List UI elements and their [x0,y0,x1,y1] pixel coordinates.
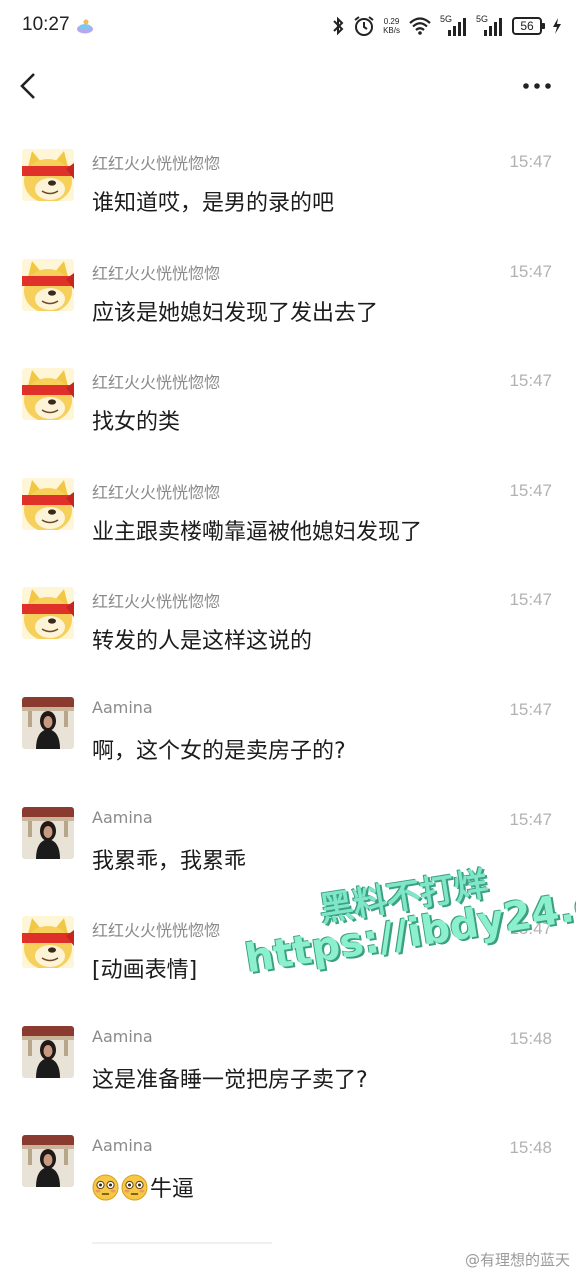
message-text: 啊，这个女的是卖房子的? [92,739,346,764]
alarm-icon [354,16,374,36]
message-text-container: 应该是她媳妇发现了发出去了 [92,295,378,327]
signal-5g-2: 5G [476,14,504,38]
sender-name: 红红火火恍恍惚惚 [92,154,221,173]
message-item[interactable]: Aamina 15:48 这是准备睡一觉把房子卖了? [0,1022,576,1122]
message-text-container: 我累乖，我累乖 [92,843,246,875]
divider [92,1242,272,1244]
message-text: 牛逼 [150,1177,195,1202]
flushed-face-emoji-icon [92,1174,119,1201]
message-item[interactable]: 红红火火恍恍惚惚 15:47 业主跟卖楼嘞靠逼被他媳妇发现了 [0,474,576,574]
message-time: 15:47 [509,590,552,609]
sender-name: 红红火火恍恍惚惚 [92,373,221,392]
message-text: [动画表情] [92,958,198,983]
message-item[interactable]: Aamina 15:48 牛逼 [0,1131,576,1231]
message-time: 15:47 [509,810,552,829]
message-item[interactable]: Aamina 15:47 我累乖，我累乖 [0,803,576,903]
flushed-face-emoji-icon [121,1174,148,1201]
avatar-woman[interactable] [22,1026,74,1078]
signal-bars-icon [448,18,466,36]
message-text-container: 业主跟卖楼嘞靠逼被他媳妇发现了 [92,514,422,546]
footer-watermark: @有理想的蓝天 [464,1251,570,1269]
message-time: 15:47 [509,481,552,500]
network-speed: 0.29 KB/s [383,17,400,35]
message-text: 转发的人是这样这说的 [92,629,313,654]
sender-name: 红红火火恍恍惚惚 [92,921,221,940]
message-text: 应该是她媳妇发现了发出去了 [92,301,379,326]
avatar-doge[interactable] [22,478,74,530]
battery-indicator: 56 [512,17,545,35]
nav-bar [0,56,576,116]
message-text-container: [动画表情] [92,952,197,984]
message-time: 15:48 [509,1029,552,1048]
message-text-container: 转发的人是这样这说的 [92,623,312,655]
avatar-doge[interactable] [22,149,74,201]
back-arrow-icon[interactable] [14,68,46,104]
sender-name: Aamina [92,1136,153,1155]
avatar-doge[interactable] [22,587,74,639]
sender-name: 红红火火恍恍惚惚 [92,592,221,611]
message-text: 我累乖，我累乖 [92,849,247,874]
message-item[interactable]: 红红火火恍恍惚惚 15:47 应该是她媳妇发现了发出去了 [0,255,576,355]
sender-name: 红红火火恍恍惚惚 [92,483,221,502]
message-time: 15:48 [509,1138,552,1157]
avatar-doge[interactable] [22,916,74,968]
signal-5g-1: 5G [440,14,468,38]
message-time: 15:47 [509,262,552,281]
avatar-doge[interactable] [22,259,74,311]
message-item[interactable]: 红红火火恍恍惚惚 15:47 转发的人是这样这说的 [0,583,576,683]
message-time: 15:47 [509,371,552,390]
message-text-container: 谁知道哎，是男的录的吧 [92,185,334,217]
status-time: 10:27 [22,14,70,35]
avatar-woman[interactable] [22,1135,74,1187]
message-item[interactable]: 红红火火恍恍惚惚 15:47 找女的类 [0,364,576,464]
status-bar: 10:27 0.29 KB/s 5G 5G 56 [0,0,576,52]
message-text-container: 找女的类 [92,404,180,436]
message-time: 15:47 [509,700,552,719]
more-options-icon[interactable] [520,72,554,100]
message-time: 15:47 [509,152,552,171]
message-item[interactable]: 红红火火恍恍惚惚 15:47 谁知道哎，是男的录的吧 [0,145,576,245]
message-time: 15:47 [509,919,552,938]
message-text: 找女的类 [92,410,181,435]
message-text-container: 啊，这个女的是卖房子的? [92,733,346,765]
message-text-container: 牛逼 [92,1171,194,1203]
sender-name: 红红火火恍恍惚惚 [92,264,221,283]
message-item[interactable]: 红红火火恍恍惚惚 15:47 [动画表情] [0,912,576,1012]
sender-name: Aamina [92,808,153,827]
app-notification-icon [77,19,93,34]
message-text-container: 这是准备睡一觉把房子卖了? [92,1062,368,1094]
sender-name: Aamina [92,1027,153,1046]
bluetooth-icon [333,16,344,36]
avatar-doge[interactable] [22,368,74,420]
message-text: 谁知道哎，是男的录的吧 [92,191,335,216]
signal-bars-icon [484,18,502,36]
avatar-woman[interactable] [22,697,74,749]
message-text: 业主跟卖楼嘞靠逼被他媳妇发现了 [92,520,423,545]
message-text: 这是准备睡一觉把房子卖了? [92,1068,368,1093]
wifi-icon [409,17,431,35]
avatar-woman[interactable] [22,807,74,859]
charging-icon [553,18,561,34]
sender-name: Aamina [92,698,153,717]
message-item[interactable]: Aamina 15:47 啊，这个女的是卖房子的? [0,693,576,793]
